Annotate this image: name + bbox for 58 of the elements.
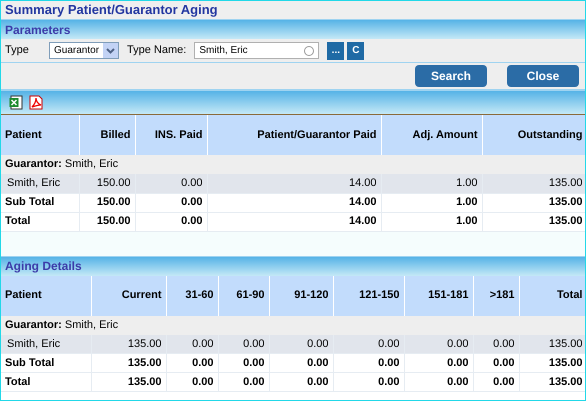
loading-icon [304, 46, 314, 56]
table-cell: 14.00 [207, 174, 381, 193]
table-cell: 0.00 [218, 372, 269, 392]
section-header: Aging Details [1, 256, 585, 276]
table-cell: 0.00 [135, 193, 207, 212]
column-header: Adj. Amount [381, 115, 482, 155]
table-cell: 1.00 [381, 212, 482, 231]
table-cell: 0.00 [333, 372, 404, 392]
table-cell: 135.00 [482, 212, 585, 231]
table-cell: Total [1, 212, 79, 231]
column-header: >181 [473, 276, 519, 316]
table-cell: 135.00 [91, 372, 166, 392]
column-header: Patient/Guarantor Paid [207, 115, 381, 155]
page-title: Summary Patient/Guarantor Aging [5, 1, 218, 20]
section-header: Parameters [1, 20, 585, 39]
table-cell: 150.00 [79, 212, 135, 231]
table-cell: 150.00 [79, 174, 135, 193]
column-header: 151-181 [404, 276, 473, 316]
table-cell: 0.00 [404, 372, 473, 392]
table-cell: 150.00 [79, 193, 135, 212]
type-label: Type [5, 43, 30, 58]
type-name-label: Type Name: [127, 43, 186, 58]
table-cell: Total [1, 372, 91, 392]
column-header: Billed [79, 115, 135, 155]
column-header: 91-120 [269, 276, 333, 316]
action-button[interactable]: Close [507, 65, 579, 87]
table-cell: 135.00 [519, 372, 585, 392]
table-cell: Smith, Eric [1, 174, 79, 193]
table-cell: 0.00 [135, 174, 207, 193]
column-header: Patient [1, 115, 79, 155]
table-cell: 14.00 [207, 212, 381, 231]
column-header: 61-90 [218, 276, 269, 316]
table-cell: 135.00 [482, 193, 585, 212]
column-header: INS. Paid [135, 115, 207, 155]
pdf-icon[interactable] [29, 95, 43, 110]
group-label: Guarantor: Smith, Eric [5, 318, 118, 331]
table-cell: 135.00 [482, 174, 585, 193]
lookup-button[interactable]: ... [327, 42, 344, 60]
table-cell: Sub Total [1, 193, 79, 212]
table-cell: 0.00 [473, 372, 519, 392]
column-header: 31-60 [166, 276, 218, 316]
column-header: Patient [1, 276, 91, 316]
type-dropdown[interactable]: Guarantor [49, 42, 120, 59]
spreadsheet-icon[interactable] [9, 95, 23, 110]
type-name-field[interactable]: Smith, Eric [194, 42, 320, 59]
lookup-button[interactable]: C [347, 42, 364, 60]
table-cell: 0.00 [269, 372, 333, 392]
table-cell: 1.00 [381, 174, 482, 193]
column-header: Outstanding [482, 115, 585, 155]
group-label: Guarantor: Smith, Eric [5, 158, 118, 170]
column-header: Current [91, 276, 166, 316]
table-cell: 0.00 [135, 212, 207, 231]
column-header: Total [519, 276, 585, 316]
table-cell: 1.00 [381, 193, 482, 212]
table-cell: 0.00 [166, 372, 218, 392]
column-header: 121-150 [333, 276, 404, 316]
table-cell: 14.00 [207, 193, 381, 212]
action-button[interactable]: Search [415, 65, 487, 87]
